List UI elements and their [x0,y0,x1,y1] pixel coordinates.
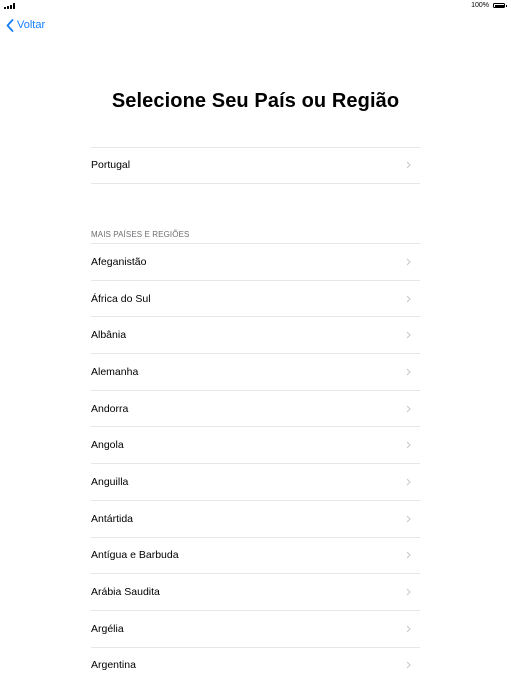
chevron-right-icon [406,478,411,486]
list-item-label: Antártida [91,512,134,525]
list-item[interactable]: Arábia Saudita [91,573,420,610]
list-item-label: Afeganistão [91,255,147,268]
list-item-label: Anguilla [91,475,129,488]
list-item[interactable]: Angola [91,426,420,463]
page-title: Selecione Seu País ou Região [111,90,400,112]
list-item[interactable]: Argentina [91,646,420,683]
status-bar: 100% [0,0,511,12]
list-item-label: Argentina [91,659,136,672]
list-item[interactable]: Alemanha [91,353,420,390]
list-item-label: Portugal [91,159,131,172]
list-item-label: Antígua e Barbuda [91,549,179,562]
chevron-right-icon [406,515,411,523]
chevron-right-icon [406,588,411,596]
chevron-right-icon [406,662,411,669]
chevron-right-icon [406,441,411,449]
signal-icon [4,3,16,9]
list-item[interactable]: África do Sul [91,279,420,317]
section-header: MAIS PAÍSES E REGIÕES [91,230,190,239]
battery-icon [493,3,507,8]
battery-percentage: 100% [471,2,489,9]
list-item[interactable]: Anguilla [91,463,420,500]
list-item-portugal[interactable]: Portugal [91,147,420,184]
list-item-label: Argélia [91,622,124,635]
chevron-right-icon [406,161,411,169]
list-item[interactable]: Afeganistão [91,243,420,280]
list-item-label: Arábia Saudita [91,586,160,599]
chevron-right-icon [406,368,411,376]
list-item-label: África do Sul [91,292,151,305]
chevron-right-icon [406,625,411,633]
chevron-right-icon [406,551,411,559]
list-item[interactable]: Albânia [91,316,420,353]
chevron-left-icon [6,18,14,32]
chevron-right-icon [406,331,411,339]
back-button[interactable]: Voltar [6,17,45,33]
chevron-right-icon [406,258,411,266]
chevron-right-icon [406,295,411,302]
list-item-label: Andorra [91,402,129,415]
back-button-label: Voltar [17,19,46,31]
list-item[interactable]: Antártida [91,499,420,537]
chevron-right-icon [406,405,411,412]
list-item-label: Alemanha [91,365,139,378]
list-item[interactable]: Andorra [91,389,420,427]
more-regions-list: Afeganistão África do Sul Albânia Alemanha A… [91,243,420,683]
list-item-label: Angola [91,439,124,452]
list-item[interactable]: Argélia [91,609,420,647]
list-item[interactable]: Antígua e Barbuda [91,536,420,574]
list-item-label: Albânia [91,329,127,342]
current-region-list: Portugal [91,147,420,184]
